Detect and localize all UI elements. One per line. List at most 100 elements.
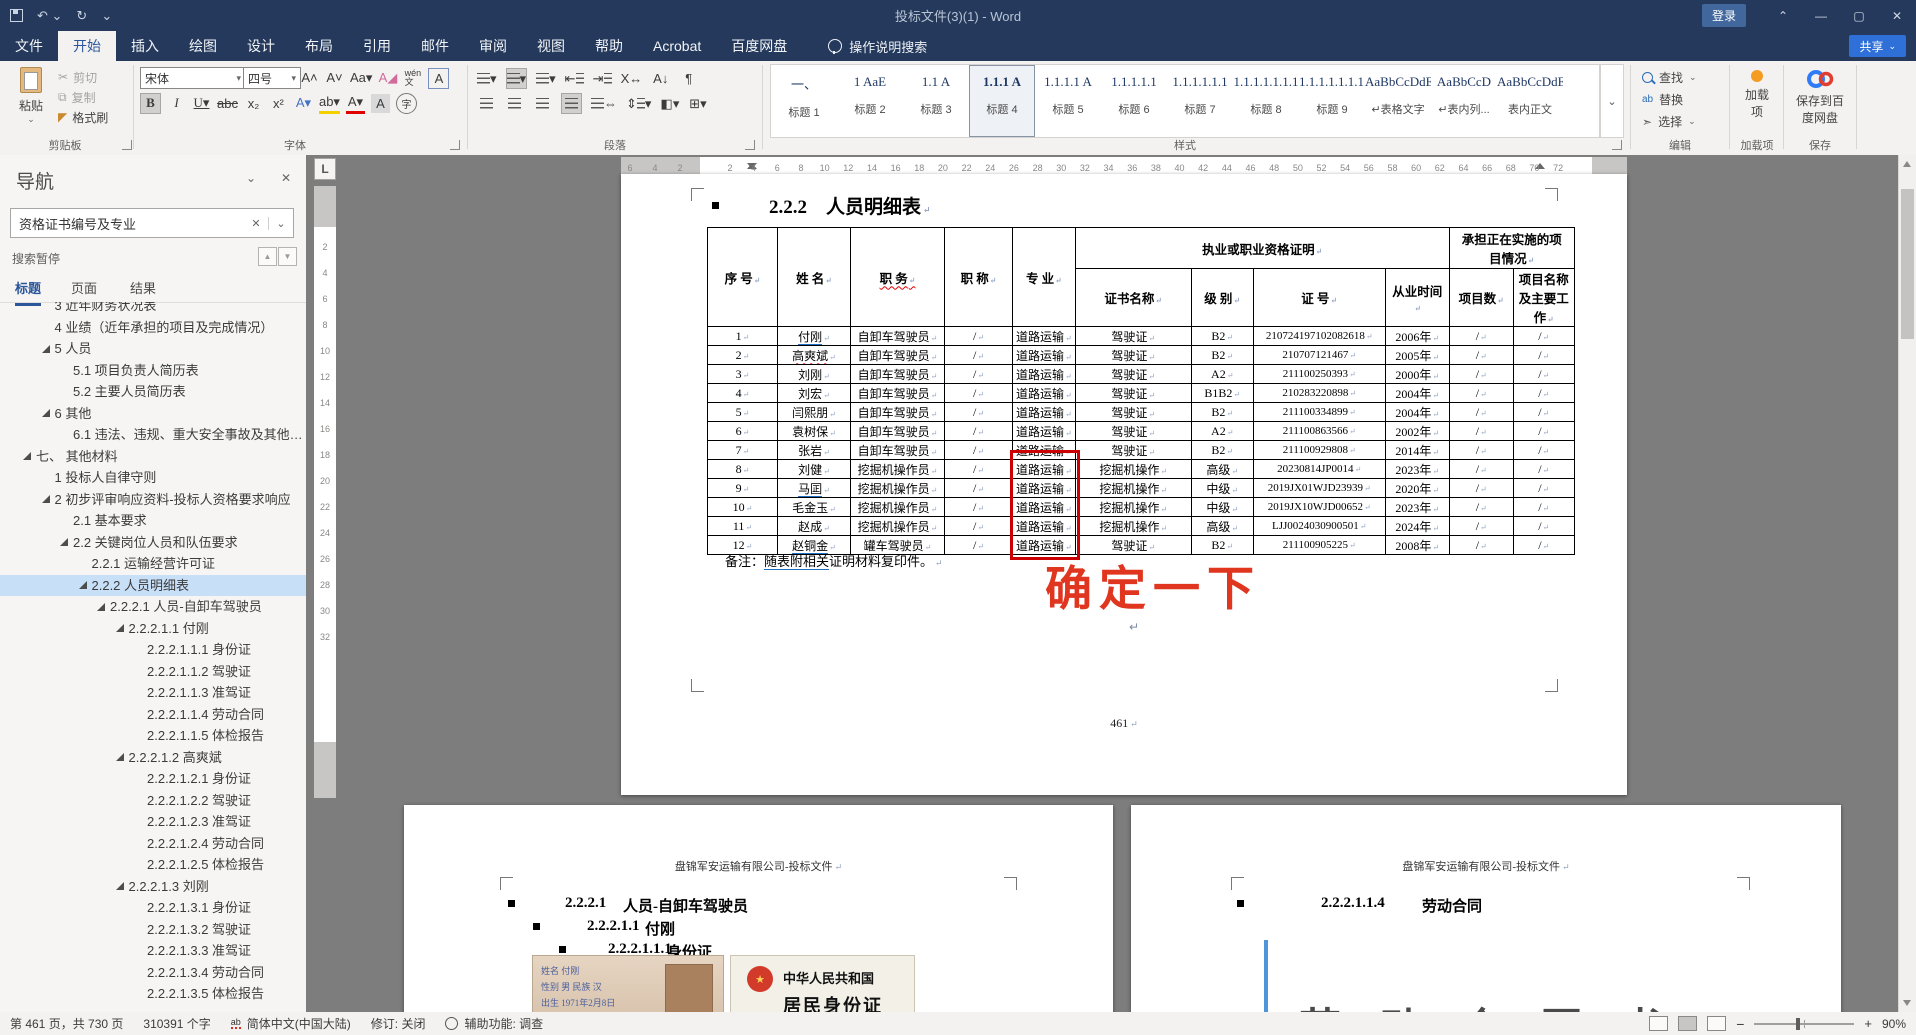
format-painter-button[interactable]: ◤ 格式刷 bbox=[58, 107, 108, 127]
style-chip[interactable]: 1.1.1 A 标题 4 bbox=[969, 65, 1035, 137]
zoom-out-icon[interactable]: − bbox=[1736, 1016, 1744, 1032]
change-case-icon[interactable]: Aa▾ bbox=[350, 68, 372, 87]
font-size-combo[interactable]: 四号 ▾ bbox=[243, 67, 301, 89]
nav-tree-item[interactable]: 2.2.2.1.1.1 身份证 bbox=[0, 639, 306, 661]
zoom-level[interactable]: 90% bbox=[1882, 1017, 1906, 1031]
nav-tree-item[interactable]: 5.2 主要人员简历表 bbox=[0, 381, 306, 403]
close-icon[interactable]: ✕ bbox=[1878, 0, 1916, 31]
login-button[interactable]: 登录 bbox=[1701, 4, 1746, 27]
share-button[interactable]: 共享 ⌄ bbox=[1849, 35, 1906, 57]
nav-tree-item[interactable]: 2.2.2.1.1.4 劳动合同 bbox=[0, 704, 306, 726]
bullets-icon[interactable]: ▾ bbox=[477, 69, 497, 88]
baidu-save-button[interactable]: 保存到百度网盘 bbox=[1790, 64, 1850, 136]
nav-tree-item[interactable]: 5.1 项目负责人简历表 bbox=[0, 360, 306, 382]
sort-icon[interactable]: A↓ bbox=[651, 69, 670, 88]
next-result-icon[interactable]: ▼ bbox=[278, 247, 297, 266]
zoom-slider-thumb[interactable] bbox=[1796, 1017, 1801, 1030]
underline-button[interactable]: U▾ bbox=[192, 94, 211, 113]
nav-tree-item[interactable]: 2.2.2.1.3.5 体检报告 bbox=[0, 983, 306, 1005]
tell-me-search[interactable]: 操作说明搜索 bbox=[828, 31, 927, 61]
align-right-icon[interactable] bbox=[533, 94, 552, 113]
cut-button[interactable]: ✂ 剪切 bbox=[58, 67, 97, 87]
nav-tree-item[interactable]: 2.2.2.1 人员-自卸车驾驶员 bbox=[0, 596, 306, 618]
accessibility-indicator[interactable]: 辅助功能: 调查 bbox=[445, 1015, 543, 1032]
style-chip[interactable]: 1 AaE 标题 2 bbox=[837, 65, 903, 137]
shading-icon[interactable]: ◧▾ bbox=[660, 94, 680, 113]
nav-tree-item[interactable]: 2.2.2.1.2.3 准驾证 bbox=[0, 811, 306, 833]
replace-button[interactable]: ab 替换 bbox=[1642, 89, 1683, 110]
nav-tab-3[interactable]: 结果 bbox=[130, 278, 156, 303]
ribbon-tab[interactable]: 插入 bbox=[116, 31, 174, 61]
nav-tree-item[interactable]: 2.2.2.1.3.2 驾驶证 bbox=[0, 919, 306, 941]
style-chip[interactable]: 1.1.1.1.1.1.1 标题 8 bbox=[1233, 65, 1299, 137]
close-navigation-icon[interactable]: ✕ bbox=[281, 171, 291, 185]
line-spacing-icon[interactable]: ⇕ ▾ bbox=[626, 94, 651, 113]
nav-tree-item[interactable]: 2 初步评审响应资料-投标人资格要求响应 bbox=[0, 489, 306, 511]
search-options-icon[interactable]: ⌄ bbox=[268, 216, 293, 230]
scrollbar-thumb[interactable] bbox=[1901, 189, 1914, 339]
font-dialog-launcher-icon[interactable] bbox=[450, 140, 460, 150]
word-count[interactable]: 310391 个字 bbox=[143, 1015, 210, 1032]
style-chip[interactable]: 1.1 A 标题 3 bbox=[903, 65, 969, 137]
note-link[interactable]: 随表附相关 bbox=[764, 554, 830, 570]
character-border-icon[interactable]: A bbox=[428, 68, 450, 89]
nav-tree-item[interactable]: 6 其他 bbox=[0, 403, 306, 425]
nav-tree-item[interactable]: 2.2.2.1.2.2 驾驶证 bbox=[0, 790, 306, 812]
ribbon-tab[interactable]: 视图 bbox=[522, 31, 580, 61]
styles-dialog-launcher-icon[interactable] bbox=[1612, 140, 1622, 150]
minimize-icon[interactable]: — bbox=[1802, 0, 1840, 31]
scroll-down-icon[interactable] bbox=[1903, 1000, 1911, 1006]
shrink-font-icon[interactable]: A˅ bbox=[325, 68, 344, 87]
select-button[interactable]: ➣ 选择 ⌄ bbox=[1642, 111, 1696, 132]
ribbon-tab[interactable]: 引用 bbox=[348, 31, 406, 61]
distribute-icon[interactable]: ⇔ bbox=[591, 94, 617, 113]
expand-triangle-icon[interactable] bbox=[78, 581, 87, 590]
nav-tree-item[interactable]: 2.2.2.1.3.3 准驾证 bbox=[0, 940, 306, 962]
clear-formatting-icon[interactable]: A◢ bbox=[378, 68, 398, 87]
font-name-combo[interactable]: 宋体 ▾ bbox=[140, 67, 246, 89]
ribbon-tab[interactable]: 百度网盘 bbox=[716, 31, 802, 61]
print-layout-icon[interactable] bbox=[1678, 1016, 1698, 1031]
nav-tree-item[interactable]: 2.2.2.1.1.5 体检报告 bbox=[0, 725, 306, 747]
style-chip[interactable]: 一、 标题 1 bbox=[771, 65, 837, 137]
nav-tree-item[interactable]: 2.2.2.1.3 刘刚 bbox=[0, 876, 306, 898]
copy-button[interactable]: ⧉ 复制 bbox=[58, 87, 96, 107]
clipboard-dialog-launcher-icon[interactable] bbox=[122, 140, 132, 150]
style-chip[interactable]: 1.1.1.1.1.1.1.1 标题 9 bbox=[1299, 65, 1365, 137]
previous-result-icon[interactable]: ▲ bbox=[258, 247, 277, 266]
navigation-search-box[interactable]: ✕ ⌄ bbox=[10, 208, 294, 238]
tab-stop-selector[interactable]: L bbox=[314, 158, 336, 180]
expand-triangle-icon[interactable] bbox=[115, 882, 124, 891]
nav-tab-2[interactable]: 页面 bbox=[71, 278, 97, 303]
style-chip[interactable]: AaBbCcDdE ↵表格文字 bbox=[1365, 65, 1431, 137]
nav-tree-item[interactable]: 1 投标人自律守则 bbox=[0, 467, 306, 489]
vertical-ruler[interactable]: 2 4 6 8 10 12 14 16 18 20 22 24 26 28 30 32 bbox=[314, 186, 336, 798]
expand-triangle-icon[interactable] bbox=[23, 452, 31, 461]
expand-triangle-icon[interactable] bbox=[115, 624, 124, 633]
vertical-scrollbar[interactable] bbox=[1898, 155, 1916, 1012]
expand-triangle-icon[interactable] bbox=[41, 344, 50, 353]
style-chip[interactable]: AaBbCcD ↵表内列... bbox=[1431, 65, 1497, 137]
paste-button[interactable]: 粘贴 ⌄ bbox=[6, 64, 56, 136]
find-button[interactable]: 查找 ⌄ bbox=[1642, 67, 1697, 88]
grow-font-icon[interactable]: A˄ bbox=[300, 68, 319, 87]
multilevel-list-icon[interactable]: ▾ bbox=[536, 69, 556, 88]
nav-tree-item[interactable]: 2.2.2 人员明细表 bbox=[0, 574, 306, 596]
ribbon-tab[interactable]: 文件 bbox=[0, 31, 58, 61]
ribbon-tab[interactable]: 邮件 bbox=[406, 31, 464, 61]
italic-button[interactable]: I bbox=[167, 94, 186, 113]
align-center-icon[interactable] bbox=[505, 94, 524, 113]
expand-triangle-icon[interactable] bbox=[60, 538, 68, 547]
maximize-icon[interactable]: ▢ bbox=[1840, 0, 1878, 31]
bold-button[interactable]: B bbox=[140, 92, 161, 114]
phonetic-guide-icon[interactable]: wén 文 bbox=[403, 68, 422, 87]
zoom-in-icon[interactable]: + bbox=[1864, 1016, 1872, 1031]
borders-icon[interactable]: ⊞▾ bbox=[688, 94, 707, 113]
expand-triangle-icon[interactable] bbox=[115, 753, 124, 762]
nav-tree-item[interactable]: 2.2.2.1.3.1 身份证 bbox=[0, 897, 306, 919]
align-left-icon[interactable] bbox=[477, 94, 496, 113]
ribbon-tab[interactable]: 开始 bbox=[58, 31, 116, 61]
decrease-indent-icon[interactable]: ⇤ bbox=[565, 69, 584, 88]
paragraph-dialog-launcher-icon[interactable] bbox=[745, 140, 755, 150]
nav-tree-item[interactable]: 4 业绩（近年承担的项目及完成情况） bbox=[0, 317, 306, 339]
